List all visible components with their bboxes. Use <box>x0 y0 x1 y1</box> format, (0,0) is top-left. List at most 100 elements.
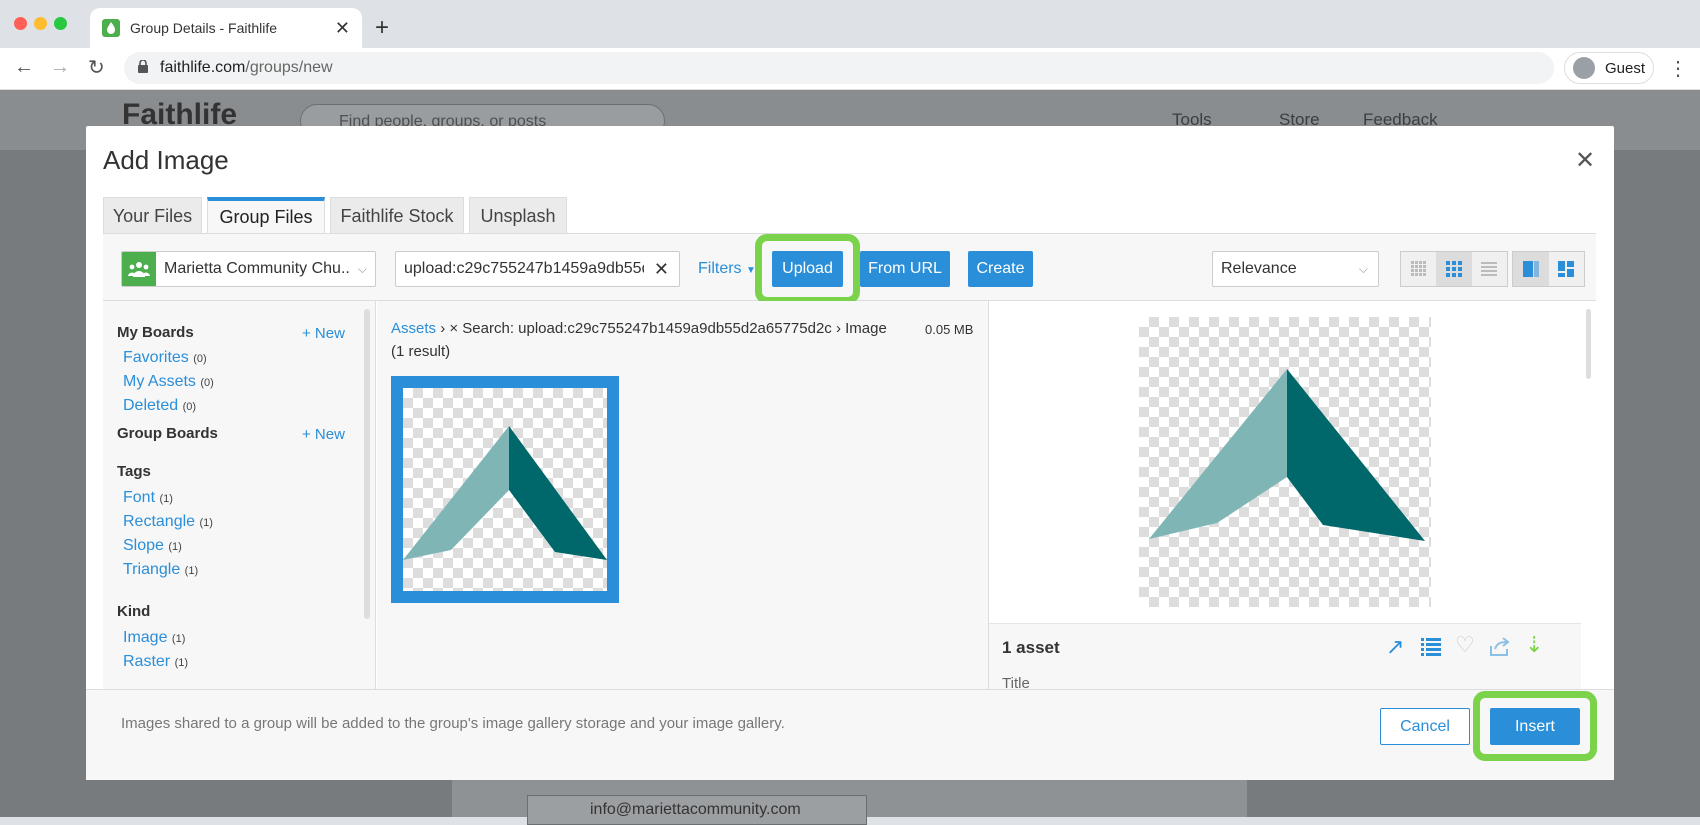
breadcrumb-assets-link[interactable]: Assets <box>391 320 436 337</box>
group-select-value: Marietta Community Chu... <box>164 260 350 277</box>
cancel-button[interactable]: Cancel <box>1380 708 1470 745</box>
back-icon[interactable]: ← <box>14 56 34 79</box>
board-my-assets[interactable]: My Assets (0) <box>123 373 214 391</box>
tag-font[interactable]: Font (1) <box>123 489 173 507</box>
tag-triangle[interactable]: Triangle (1) <box>123 561 198 579</box>
group-boards-heading: Group Boards <box>117 425 218 442</box>
kind-raster[interactable]: Raster (1) <box>123 653 188 671</box>
filters-dropdown[interactable]: Filters ▼ <box>698 260 756 278</box>
search-input[interactable]: upload:c29c755247b1459a9db55d2a ✕ <box>395 251 680 287</box>
large-grid-icon[interactable] <box>1436 252 1472 286</box>
my-boards-heading: My Boards <box>117 324 194 341</box>
tags-heading: Tags <box>117 463 151 480</box>
breadcrumb-separator-icon: › <box>440 320 450 337</box>
faithlife-favicon-icon <box>102 19 120 37</box>
browser-menu-icon[interactable]: ⋮ <box>1668 56 1688 81</box>
asset-count: 1 asset <box>1002 638 1060 657</box>
file-size: 0.05 MB <box>925 322 974 337</box>
small-grid-icon[interactable] <box>1401 252 1436 286</box>
minimize-window-button[interactable] <box>34 17 47 30</box>
tab-faithlife-stock[interactable]: Faithlife Stock <box>330 197 464 234</box>
close-window-button[interactable] <box>14 17 27 30</box>
details-list-icon[interactable] <box>1421 637 1441 662</box>
favorite-icon[interactable]: ♡ <box>1455 632 1475 658</box>
modal-title: Add Image <box>103 145 229 175</box>
sort-value: Relevance <box>1221 260 1297 277</box>
board-count: (0) <box>193 353 207 365</box>
mosaic-icon[interactable] <box>1549 252 1585 286</box>
board-label: Favorites <box>123 349 189 366</box>
new-group-board-link[interactable]: + New <box>302 426 345 443</box>
split-panel-icon[interactable] <box>1513 252 1549 286</box>
chevron-down-icon: ⌵ <box>1358 261 1368 276</box>
profile-button[interactable]: Guest <box>1564 52 1654 84</box>
tag-count: (1) <box>199 517 213 529</box>
preview-scrollbar[interactable] <box>1586 309 1591 379</box>
breadcrumb-image: Image <box>845 320 887 337</box>
browser-tab[interactable]: Group Details - Faithlife ✕ <box>90 8 362 48</box>
close-modal-icon[interactable]: ✕ <box>1575 146 1595 175</box>
group-icon <box>122 252 156 286</box>
tab-group-files[interactable]: Group Files <box>207 197 325 234</box>
tag-count: (1) <box>184 565 199 577</box>
open-external-icon[interactable]: ↗ <box>1386 634 1404 660</box>
upload-button[interactable]: Upload <box>772 251 843 287</box>
tag-label: Font <box>123 489 156 506</box>
breadcrumb: Assets › × Search: upload:c29c755247b145… <box>391 320 887 337</box>
tab-unsplash[interactable]: Unsplash <box>469 197 567 234</box>
density-toggle <box>1400 251 1508 287</box>
reload-icon[interactable]: ↻ <box>88 55 105 80</box>
sidebar-scrollbar[interactable] <box>364 309 370 619</box>
preview-image <box>1139 317 1431 607</box>
avatar-icon <box>1573 57 1595 79</box>
group-select[interactable]: Marietta Community Chu... ⌵ <box>121 251 376 287</box>
tab-title: Group Details - Faithlife <box>130 20 278 36</box>
new-tab-button[interactable]: + <box>375 14 389 42</box>
kind-label: Raster <box>123 653 171 670</box>
result-count: (1 result) <box>391 343 451 360</box>
search-input-value: upload:c29c755247b1459a9db55d2a <box>404 260 644 277</box>
insert-button[interactable]: Insert <box>1490 708 1580 745</box>
tab-your-files[interactable]: Your Files <box>103 197 202 234</box>
sort-select[interactable]: Relevance ⌵ <box>1212 251 1379 287</box>
clear-search-icon[interactable]: ✕ <box>654 259 669 280</box>
url-domain: faithlife.com <box>160 59 246 76</box>
kind-heading: Kind <box>117 603 151 620</box>
footer-note: Images shared to a group will be added t… <box>121 715 785 732</box>
triangle-image <box>403 426 607 560</box>
tag-label: Slope <box>123 537 164 554</box>
tag-rectangle[interactable]: Rectangle (1) <box>123 513 213 531</box>
boards-sidebar: My Boards + New Favorites (0) My Assets … <box>103 301 376 689</box>
address-bar[interactable]: faithlife.com/groups/new <box>124 52 1554 84</box>
list-view-icon[interactable] <box>1472 252 1507 286</box>
tag-slope[interactable]: Slope (1) <box>123 537 182 555</box>
download-icon[interactable]: ⇣ <box>1525 632 1543 658</box>
asset-thumbnail[interactable] <box>391 376 619 603</box>
board-favorites[interactable]: Favorites (0) <box>123 349 207 367</box>
filters-label: Filters <box>698 260 742 277</box>
chevron-down-icon: ⌵ <box>357 261 367 276</box>
kind-image[interactable]: Image (1) <box>123 629 185 647</box>
preview-panel: 1 asset ↗ ♡ ⇣ Title <box>988 301 1596 692</box>
share-icon[interactable] <box>1489 637 1511 662</box>
lock-icon <box>138 59 148 73</box>
board-label: My Assets <box>123 373 196 390</box>
tag-label: Triangle <box>123 561 181 578</box>
maximize-window-button[interactable] <box>54 17 67 30</box>
board-count: (0) <box>200 377 214 389</box>
close-tab-icon[interactable]: ✕ <box>335 18 350 39</box>
board-deleted[interactable]: Deleted (0) <box>123 397 196 415</box>
forward-icon[interactable]: → <box>50 56 70 79</box>
results-panel: Assets › × Search: upload:c29c755247b145… <box>377 301 988 689</box>
create-button[interactable]: Create <box>968 251 1033 287</box>
kind-count: (1) <box>171 633 186 645</box>
profile-label: Guest <box>1605 59 1646 77</box>
email-field[interactable]: info@mariettacommunity.com <box>527 795 867 825</box>
board-label: Deleted <box>123 397 179 414</box>
breadcrumb-search[interactable]: × Search: upload:c29c755247b1459a9db55d2… <box>449 320 831 337</box>
from-url-button[interactable]: From URL <box>860 251 950 287</box>
tag-label: Rectangle <box>123 513 196 530</box>
new-my-board-link[interactable]: + New <box>302 325 345 342</box>
layout-toggle <box>1512 251 1585 287</box>
page-form-area: info@mariettacommunity.com <box>452 780 1247 825</box>
